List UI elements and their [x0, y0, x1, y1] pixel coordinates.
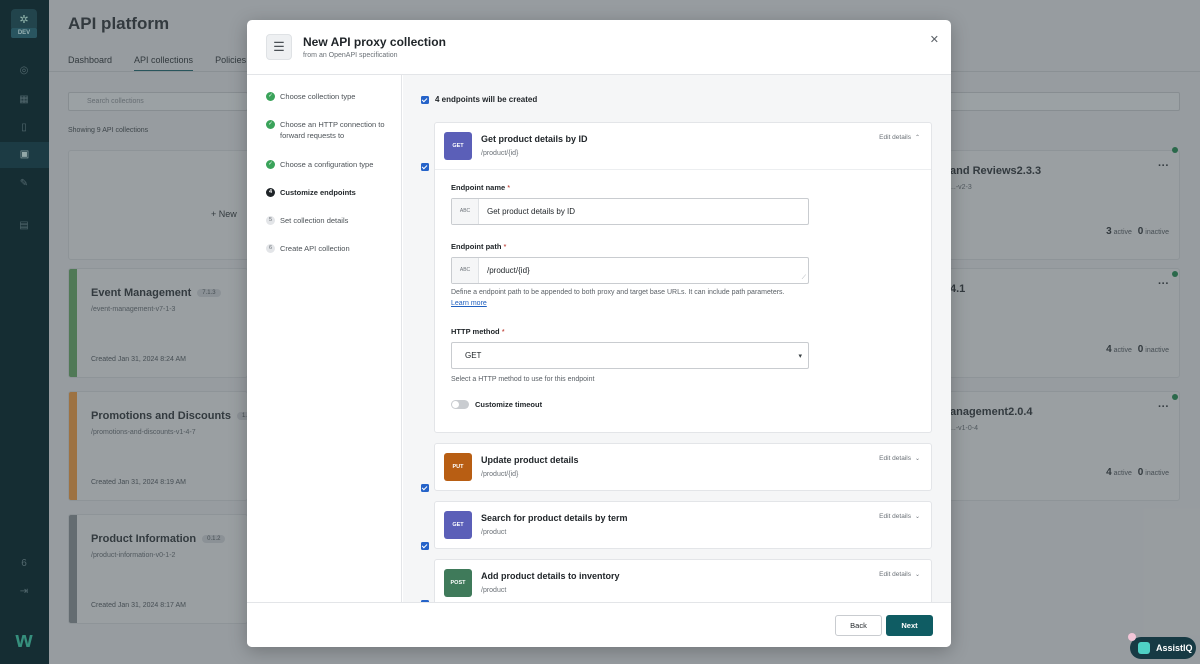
- next-button[interactable]: Next: [886, 615, 933, 636]
- edit-details-toggle[interactable]: Edit details ⌄: [879, 455, 920, 462]
- endpoint-checkbox[interactable]: [421, 542, 429, 550]
- step-number: 5: [266, 216, 275, 225]
- caret-down-icon: ▾: [798, 353, 802, 360]
- step-number: 6: [266, 244, 275, 253]
- http-method-select[interactable]: GET ▾: [451, 342, 809, 369]
- chevron-up-icon: ⌃: [914, 135, 920, 141]
- step-label: Choose collection type: [280, 92, 356, 101]
- field-label: Endpoint path *: [451, 242, 507, 251]
- endpoint-card[interactable]: POST Add product details to inventory /p…: [434, 559, 932, 602]
- method-help-text: Select a HTTP method to use for this end…: [451, 376, 595, 383]
- endpoint-path: /product/{id}: [481, 150, 519, 157]
- endpoints-count: 4 endpoints will be created: [435, 95, 538, 104]
- edit-details-toggle[interactable]: Edit details ⌄: [879, 513, 920, 520]
- chevron-down-icon: ⌄: [914, 572, 920, 578]
- select-value: GET: [465, 351, 482, 360]
- step-item: 5 Set collection details: [266, 215, 391, 226]
- step-label: Choose a configuration type: [280, 160, 374, 169]
- select-all-checkbox[interactable]: [421, 96, 429, 104]
- endpoint-path: /product/{id}: [481, 471, 519, 478]
- endpoint-name: Add product details to inventory: [481, 571, 620, 581]
- server-icon: ☰: [266, 34, 292, 60]
- method-badge: GET: [444, 511, 472, 539]
- input-value: /product/{id}: [487, 266, 530, 275]
- endpoint-name: Search for product details by term: [481, 513, 628, 523]
- wizard-steps: ✓ Choose collection type ✓ Choose an HTT…: [247, 75, 402, 602]
- endpoint-card[interactable]: GET Search for product details by term /…: [434, 501, 932, 549]
- step-item[interactable]: ✓ Choose collection type: [266, 91, 391, 102]
- step-item[interactable]: ✓ Choose an HTTP connection to forward r…: [266, 119, 391, 141]
- field-label: HTTP method *: [451, 327, 505, 336]
- step-label: Set collection details: [280, 216, 349, 225]
- back-button[interactable]: Back: [835, 615, 882, 636]
- customize-timeout-toggle[interactable]: [451, 400, 469, 409]
- text-type-icon: ABC: [452, 258, 479, 283]
- resize-handle-icon[interactable]: ⟋: [802, 275, 806, 282]
- path-help-text: Define a endpoint path to be appended to…: [451, 289, 785, 307]
- endpoint-name: Get product details by ID: [481, 134, 588, 144]
- method-badge: POST: [444, 569, 472, 597]
- endpoint-card[interactable]: PUT Update product details /product/{id}…: [434, 443, 932, 491]
- notification-dot: [1128, 633, 1136, 641]
- step-label: Choose an HTTP connection to forward req…: [280, 120, 385, 140]
- field-label: Endpoint name *: [451, 183, 511, 192]
- method-badge: PUT: [444, 453, 472, 481]
- step-label: Customize endpoints: [280, 188, 356, 197]
- endpoint-path: /product: [481, 529, 507, 536]
- assistant-button[interactable]: AssistIQ: [1128, 633, 1196, 659]
- new-collection-modal: ☰ New API proxy collection from an OpenA…: [247, 20, 951, 647]
- step-item[interactable]: ✓ Choose a configuration type: [266, 159, 391, 170]
- check-icon: ✓: [266, 120, 275, 129]
- step-item[interactable]: 4 Customize endpoints: [266, 187, 391, 198]
- learn-more-link[interactable]: Learn more: [451, 300, 487, 307]
- endpoint-name: Update product details: [481, 455, 579, 465]
- toggle-label: Customize timeout: [475, 400, 543, 409]
- endpoint-checkbox[interactable]: [421, 163, 429, 171]
- check-icon: ✓: [266, 160, 275, 169]
- divider: [435, 169, 931, 170]
- step-number: 4: [266, 188, 275, 197]
- close-icon[interactable]: ✕: [930, 33, 939, 46]
- endpoints-panel: 4 endpoints will be created GET Get prod…: [403, 75, 951, 602]
- check-icon: ✓: [266, 92, 275, 101]
- modal-title: New API proxy collection: [303, 35, 446, 49]
- modal-subtitle: from an OpenAPI specification: [303, 52, 398, 59]
- endpoint-path: /product: [481, 587, 507, 594]
- endpoint-path-input[interactable]: ABC /product/{id} ⟋: [451, 257, 809, 284]
- modal-footer: Back Next: [247, 602, 951, 647]
- text-type-icon: ABC: [452, 199, 479, 224]
- endpoint-name-input[interactable]: ABC Get product details by ID: [451, 198, 809, 225]
- chevron-down-icon: ⌄: [914, 456, 920, 462]
- edit-details-toggle[interactable]: Edit details ⌄: [879, 571, 920, 578]
- assistant-icon: [1138, 642, 1150, 654]
- modal-header: ☰ New API proxy collection from an OpenA…: [247, 20, 951, 75]
- step-item: 6 Create API collection: [266, 243, 391, 254]
- endpoint-checkbox[interactable]: [421, 484, 429, 492]
- chevron-down-icon: ⌄: [914, 514, 920, 520]
- endpoint-card-expanded: GET Get product details by ID /product/{…: [434, 122, 932, 433]
- assistant-label: AssistIQ: [1156, 643, 1193, 653]
- input-value: Get product details by ID: [487, 207, 576, 216]
- edit-details-toggle[interactable]: Edit details ⌃: [879, 134, 920, 141]
- step-label: Create API collection: [280, 244, 350, 253]
- method-badge: GET: [444, 132, 472, 160]
